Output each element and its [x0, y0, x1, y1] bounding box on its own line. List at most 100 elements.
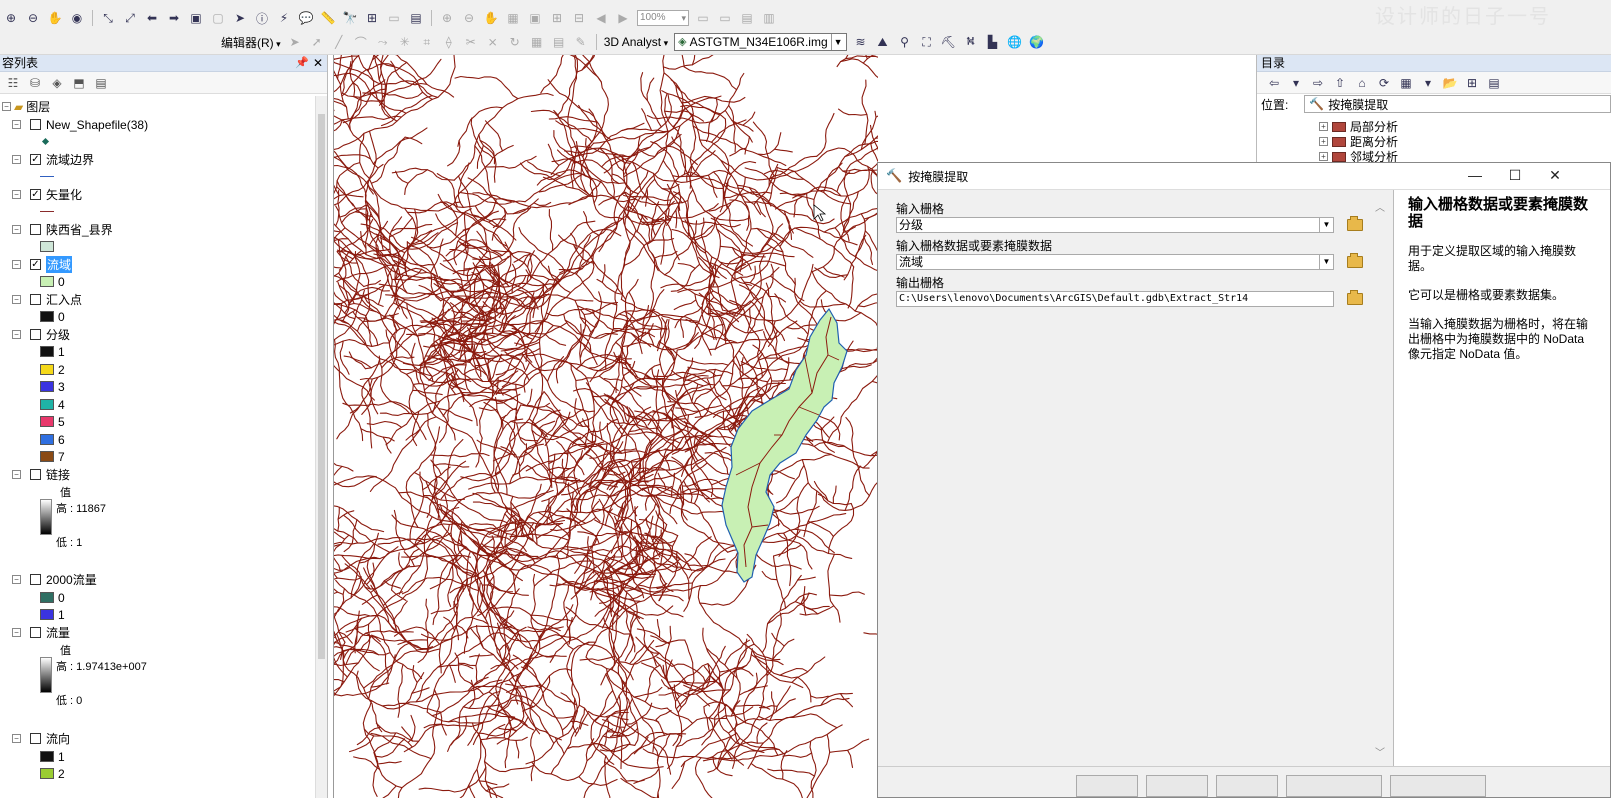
scrollbar-thumb[interactable] [318, 114, 325, 659]
class-row[interactable]: 0 [0, 589, 65, 606]
layer-row[interactable]: − 分级 [0, 326, 70, 343]
class-row[interactable]: 5 [0, 413, 65, 430]
expand-icon[interactable]: + [1319, 152, 1328, 161]
collapse-icon[interactable]: − [12, 330, 21, 339]
scroll-down-icon[interactable]: ﹀ [1375, 744, 1385, 759]
tool-help-button[interactable] [1390, 775, 1486, 797]
class-row[interactable]: 2 [0, 765, 65, 782]
layer-visibility-checkbox[interactable] [30, 574, 41, 585]
class-row[interactable]: 6 [0, 431, 65, 448]
chevron-down-icon[interactable]: ▾ [1287, 74, 1305, 92]
steepest-path-icon[interactable]: ⛰ [874, 33, 892, 51]
toggle-draft-icon[interactable]: ▭ [694, 9, 712, 27]
browse-output-raster-button[interactable] [1344, 289, 1366, 309]
list-by-selection-icon[interactable]: ⬒ [70, 74, 88, 92]
split-icon[interactable]: ⨯ [484, 33, 502, 51]
layer-visibility-checkbox[interactable] [30, 119, 41, 130]
rotate-icon[interactable]: ↻ [506, 33, 524, 51]
class-row[interactable]: 4 [0, 396, 65, 413]
collapse-icon[interactable]: − [12, 120, 21, 129]
collapse-icon[interactable]: − [12, 190, 21, 199]
html-popup-icon[interactable]: 💬 [297, 9, 315, 27]
line-of-sight-icon[interactable]: ⚲ [896, 33, 914, 51]
line-symbol[interactable] [0, 203, 58, 220]
globe-icon[interactable]: 🌍 [1028, 33, 1046, 51]
layer-visibility-checkbox[interactable]: ✓ [30, 189, 41, 200]
chevron-down-icon[interactable]: ▼ [1319, 218, 1333, 232]
dialog-title-bar[interactable]: 🔨 按掩膜提取 — ☐ ✕ [878, 163, 1610, 190]
end-point-arc-icon[interactable]: ⌒ [352, 33, 370, 51]
options-icon[interactable]: ▤ [1485, 74, 1503, 92]
layer-row[interactable]: − 2000流量 [0, 571, 97, 588]
collapse-icon[interactable]: − [12, 295, 21, 304]
layer-row[interactable]: − 链接 [0, 466, 70, 483]
zoom-whole-page-icon[interactable]: ▦ [504, 9, 522, 27]
trace-icon[interactable]: ⤳ [374, 33, 392, 51]
zoom-100-icon[interactable]: ▣ [526, 9, 544, 27]
collapse-icon[interactable]: − [12, 155, 21, 164]
map-view[interactable] [333, 55, 878, 798]
class-row[interactable]: 7 [0, 448, 65, 465]
editor-menu[interactable]: 编辑器(R) [218, 34, 284, 51]
mask-data-select[interactable]: 流域 ▼ [896, 254, 1334, 270]
close-icon[interactable]: ✕ [1540, 167, 1570, 184]
hide-help-button[interactable] [1286, 775, 1382, 797]
collapse-icon[interactable]: − [2, 102, 11, 111]
pin-icon[interactable]: 📌 [295, 55, 309, 72]
forward-icon[interactable]: ➡ [165, 9, 183, 27]
dialog-scrollbar[interactable]: ︿ ﹀ [1375, 199, 1389, 759]
up-one-level-icon[interactable]: ⇧ [1331, 74, 1349, 92]
focus-data-frame-icon[interactable]: ▭ [716, 9, 734, 27]
toolset-item[interactable]: + 局部分析 [1319, 119, 1398, 134]
input-raster-select[interactable]: 分级 ▼ [896, 217, 1334, 233]
contour-icon[interactable]: ≋ [852, 33, 870, 51]
zoom-level-select[interactable]: 100% [637, 10, 689, 26]
zoom-out-icon[interactable]: ⊖ [24, 9, 42, 27]
home-icon[interactable]: ⌂ [1353, 74, 1371, 92]
arcglobe-icon[interactable]: 🌐 [1006, 33, 1024, 51]
layer-row[interactable]: − ✓ 流域 [0, 256, 73, 273]
layer-visibility-checkbox[interactable] [30, 469, 41, 480]
fill-symbol[interactable] [0, 238, 58, 255]
pan-icon[interactable]: ✋ [46, 9, 64, 27]
layout-pan-icon[interactable]: ✋ [482, 9, 500, 27]
point-icon[interactable]: ✳ [396, 33, 414, 51]
edit-tool-icon[interactable]: ➤ [286, 33, 304, 51]
layer-row[interactable]: − 陕西省_县界 [0, 221, 113, 238]
select-elements-icon[interactable]: ➤ [231, 9, 249, 27]
layer-row[interactable]: − New_Shapefile(38) [0, 116, 148, 133]
straight-segment-icon[interactable]: ╱ [330, 33, 348, 51]
layer-visibility-checkbox[interactable] [30, 733, 41, 744]
go-to-xy-icon[interactable]: ⊞ [363, 9, 381, 27]
collapse-icon[interactable]: − [12, 734, 21, 743]
options-icon[interactable]: ▤ [92, 74, 110, 92]
stretch-ramp-symbol[interactable] [40, 657, 52, 693]
class-row[interactable]: 3 [0, 378, 65, 395]
fixed-zoom-in-icon[interactable]: ⤡ [99, 9, 117, 27]
edit-annotation-icon[interactable]: ➚ [308, 33, 326, 51]
sketch-properties-icon[interactable]: ▤ [550, 33, 568, 51]
stretch-ramp-symbol[interactable] [40, 499, 52, 535]
create-features-icon[interactable]: ✎ [572, 33, 590, 51]
toc-scrollbar[interactable] [315, 96, 327, 798]
cut-polygons-icon[interactable]: ✂ [462, 33, 480, 51]
collapse-icon[interactable]: − [12, 628, 21, 637]
expand-icon[interactable]: + [1319, 122, 1328, 131]
measure-icon[interactable]: 📏 [319, 9, 337, 27]
edit-vertices-icon[interactable]: ⌗ [418, 33, 436, 51]
layer-visibility-checkbox[interactable]: ✓ [30, 154, 41, 165]
point-profile-icon[interactable]: ⛏ [940, 33, 958, 51]
create-viewer-icon[interactable]: ▤ [407, 9, 425, 27]
collapse-icon[interactable]: − [12, 260, 21, 269]
class-row[interactable]: 2 [0, 361, 65, 378]
environments-button[interactable] [1216, 775, 1278, 797]
arcscene-icon[interactable]: ▙ [984, 33, 1002, 51]
forward-icon[interactable]: ⇨ [1309, 74, 1327, 92]
find-icon[interactable]: 🔭 [341, 9, 359, 27]
toggle-contents-icon[interactable]: ⊞ [1463, 74, 1481, 92]
point-symbol[interactable] [0, 133, 50, 150]
toolset-item[interactable]: + 距离分析 [1319, 134, 1398, 149]
class-row[interactable]: 1 [0, 343, 65, 360]
layout-back-icon[interactable]: ◀ [592, 9, 610, 27]
layer-visibility-checkbox[interactable] [30, 224, 41, 235]
